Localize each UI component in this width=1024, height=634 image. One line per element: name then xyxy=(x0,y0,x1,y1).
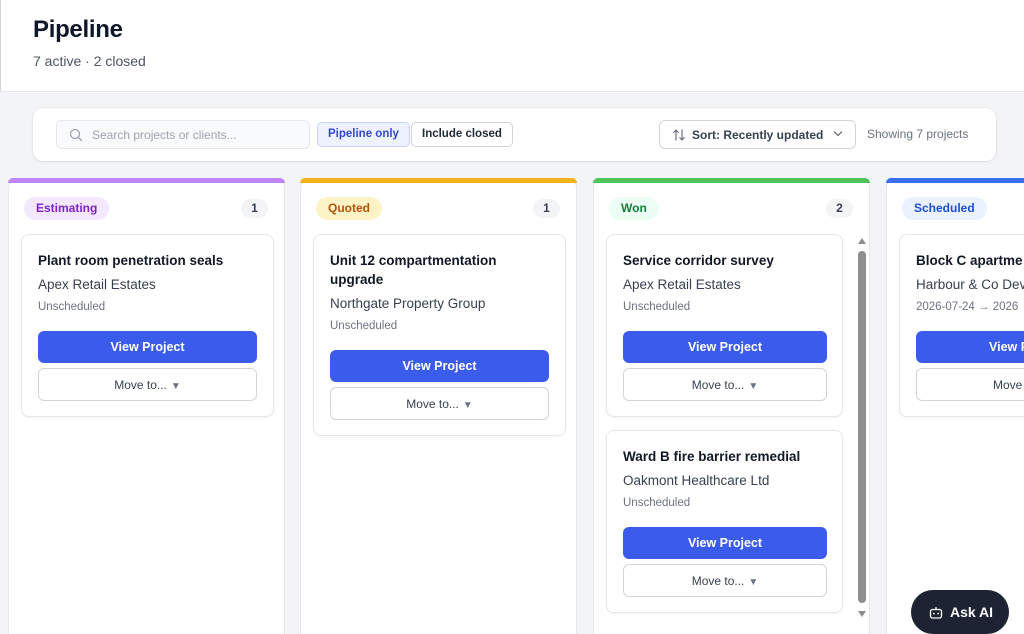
column-color-bar xyxy=(593,178,870,183)
results-count: Showing 7 projects xyxy=(867,127,969,141)
view-project-button[interactable]: View Project xyxy=(623,331,827,363)
view-project-button[interactable]: View Project xyxy=(623,527,827,559)
caret-down-icon: ▼ xyxy=(170,380,181,392)
caret-down-icon: ▼ xyxy=(748,380,759,392)
ask-ai-button[interactable]: Ask AI xyxy=(911,590,1009,634)
project-card: Ward B fire barrier remedial Oakmont Hea… xyxy=(606,430,843,613)
column-scrollbar[interactable] xyxy=(856,236,868,620)
scroll-down-arrow-icon[interactable] xyxy=(856,609,868,619)
project-title: Plant room penetration seals xyxy=(38,253,224,268)
project-card: Service corridor survey Apex Retail Esta… xyxy=(606,234,843,417)
filter-pipeline-only-button[interactable]: Pipeline only xyxy=(317,122,410,147)
project-card: Unit 12 compartmentation upgrade Northga… xyxy=(313,234,566,436)
scrollbar-thumb[interactable] xyxy=(858,251,866,603)
page-subtitle: 7 active · 2 closed xyxy=(33,53,146,69)
project-schedule: Unscheduled xyxy=(623,301,691,313)
project-schedule: Unscheduled xyxy=(623,497,691,509)
column-count: 1 xyxy=(533,199,560,218)
sort-dropdown[interactable]: Sort: Recently updated xyxy=(659,120,856,149)
column-quoted: Quoted 1 Unit 12 compartmentation upgrad… xyxy=(300,178,577,634)
project-title: Block C apartme xyxy=(916,253,1023,268)
move-to-dropdown[interactable]: Move xyxy=(916,368,1024,401)
move-to-label: Move to... xyxy=(691,377,745,392)
ask-ai-label: Ask AI xyxy=(950,604,994,620)
caret-down-icon: ▼ xyxy=(748,576,759,588)
project-card: Plant room penetration seals Apex Retail… xyxy=(21,234,274,417)
column-scheduled: Scheduled Block C apartme Harbour & Co D… xyxy=(886,178,1024,634)
column-status-badge: Estimating xyxy=(24,197,110,220)
scroll-up-arrow-icon[interactable] xyxy=(856,236,868,246)
view-project-label: View P xyxy=(989,340,1024,354)
project-client: Harbour & Co Dev xyxy=(916,277,1024,292)
page-title: Pipeline xyxy=(33,16,123,43)
column-status-badge: Won xyxy=(609,197,659,220)
move-to-label: Move xyxy=(993,377,1023,392)
column-count: 1 xyxy=(241,199,268,218)
column-color-bar xyxy=(300,178,577,183)
move-to-dropdown[interactable]: Move to... ▼ xyxy=(623,564,827,597)
project-schedule: 2026-07-24 → 2026 xyxy=(916,301,1019,313)
project-title: Unit 12 compartmentation upgrade xyxy=(330,253,497,287)
move-to-label: Move to... xyxy=(114,377,167,392)
column-color-bar xyxy=(886,178,1024,183)
move-to-label: Move to... xyxy=(406,396,459,411)
project-client: Oakmont Healthcare Ltd xyxy=(623,473,770,488)
move-to-label: Move to... xyxy=(691,573,745,588)
column-status-badge: Quoted xyxy=(316,197,382,220)
project-title: Ward B fire barrier remedial xyxy=(623,449,801,464)
project-title: Service corridor survey xyxy=(623,253,774,268)
sort-arrows-icon xyxy=(673,129,685,141)
sort-label: Sort: Recently updated xyxy=(692,128,824,142)
view-project-button[interactable]: View Project xyxy=(330,350,549,382)
move-to-dropdown[interactable]: Move to... ▼ xyxy=(623,368,827,401)
column-count: 2 xyxy=(826,199,853,218)
search-box[interactable] xyxy=(56,120,310,149)
move-to-dropdown[interactable]: Move to... ▼ xyxy=(38,368,257,401)
project-client: Northgate Property Group xyxy=(330,296,486,311)
view-project-button[interactable]: View Project xyxy=(38,331,257,363)
column-color-bar xyxy=(8,178,285,183)
search-icon xyxy=(69,128,83,142)
project-schedule: Unscheduled xyxy=(330,320,398,332)
filter-include-closed-button[interactable]: Include closed xyxy=(411,122,513,147)
column-status-badge: Scheduled xyxy=(902,197,987,220)
chevron-down-icon xyxy=(833,131,843,137)
page-header: Pipeline 7 active · 2 closed xyxy=(0,0,1024,92)
caret-down-icon: ▼ xyxy=(462,399,473,411)
robot-icon xyxy=(929,607,943,619)
project-schedule: Unscheduled xyxy=(38,301,106,313)
project-client: Apex Retail Estates xyxy=(623,277,741,292)
move-to-dropdown[interactable]: Move to... ▼ xyxy=(330,387,549,420)
view-project-button[interactable]: View P xyxy=(916,331,1024,363)
project-card: Block C apartme Harbour & Co Dev 2026-07… xyxy=(899,234,1024,417)
project-client: Apex Retail Estates xyxy=(38,277,156,292)
column-estimating: Estimating 1 Plant room penetration seal… xyxy=(8,178,285,634)
column-won: Won 2 Service corridor survey Apex Retai… xyxy=(593,178,870,634)
filter-toolbar: Pipeline only Include closed Sort: Recen… xyxy=(33,108,996,161)
search-input[interactable] xyxy=(92,126,302,144)
